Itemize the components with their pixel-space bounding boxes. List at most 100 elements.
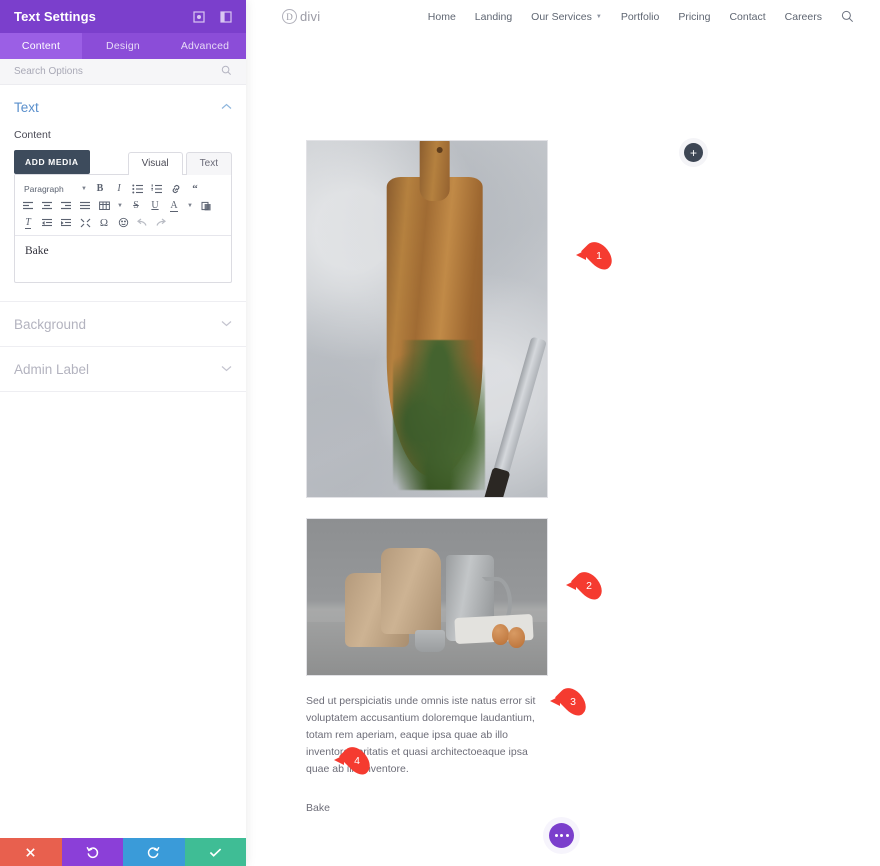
section-background: Background [0, 302, 246, 347]
section-admin-label-header[interactable]: Admin Label [14, 347, 232, 391]
editor-text-value: Bake [25, 245, 49, 257]
search-icon[interactable] [841, 10, 854, 23]
nav-label: Home [427, 10, 456, 23]
align-center-icon[interactable] [38, 197, 56, 214]
align-right-icon[interactable] [57, 197, 75, 214]
search-options-row [0, 59, 246, 85]
add-module-button[interactable]: + [684, 143, 703, 162]
outdent-icon[interactable] [38, 214, 56, 231]
nav-item-contact[interactable]: Contact [729, 11, 765, 23]
image-cutting-board[interactable] [306, 140, 548, 498]
expand-icon[interactable] [192, 10, 205, 23]
tab-advanced[interactable]: Advanced [164, 33, 246, 59]
underline-icon[interactable]: U [146, 197, 164, 214]
divi-logo[interactable]: D divi [282, 9, 320, 24]
toolbar-row-3: T Ω [19, 214, 227, 231]
nav-label: Contact [729, 10, 766, 23]
fullscreen-icon[interactable] [76, 214, 94, 231]
page-content: Sed ut perspiciatis unde omnis iste natu… [246, 33, 880, 866]
dot [560, 834, 563, 837]
divi-logo-text: divi [300, 9, 321, 24]
nav-item-landing[interactable]: Landing [475, 11, 512, 23]
indent-icon[interactable] [57, 214, 75, 231]
section-background-header[interactable]: Background [14, 302, 232, 346]
chevron-down-icon: ▼ [595, 13, 602, 20]
search-input[interactable] [14, 66, 221, 77]
nav-item-home[interactable]: Home [428, 11, 456, 23]
nav-item-our-services[interactable]: Our Services ▼ [531, 11, 602, 23]
builder-menu-button[interactable] [549, 823, 574, 848]
align-left-icon[interactable] [19, 197, 37, 214]
section-admin-label: Admin Label [0, 347, 246, 392]
clear-formatting-icon[interactable]: T [19, 214, 37, 231]
tab-design[interactable]: Design [82, 33, 164, 59]
discard-button[interactable] [0, 838, 62, 866]
panel-header-icons [192, 10, 232, 23]
undo-icon[interactable] [133, 214, 151, 231]
paste-icon[interactable] [197, 197, 215, 214]
search-icon[interactable] [221, 63, 232, 81]
add-media-button[interactable]: ADD MEDIA [14, 150, 90, 174]
nav-label: Our Services [531, 10, 592, 23]
section-text-label: Text [14, 99, 39, 115]
chevron-up-icon[interactable] [221, 102, 232, 113]
nav-menu: Home Landing Our Services ▼ Portfolio Pr… [428, 10, 854, 23]
panel-layout-icon[interactable] [219, 10, 232, 23]
editor-tab-visual[interactable]: Visual [127, 152, 183, 175]
undo-button[interactable] [61, 838, 123, 866]
nav-item-careers[interactable]: Careers [785, 11, 822, 23]
toolbar-row-2: ▼ S U A ▼ [19, 197, 227, 214]
dot [565, 834, 569, 837]
bake-text: Bake [306, 802, 330, 814]
dill-herbs [393, 339, 486, 490]
annotation-marker-4: 4 [334, 742, 376, 779]
blockquote-icon[interactable]: “ [186, 180, 204, 197]
redo-button[interactable] [123, 838, 185, 866]
panel-tabs: Content Design Advanced [0, 33, 246, 59]
bulleted-list-icon[interactable] [129, 180, 147, 197]
content-field-group: Content ADD MEDIA Visual Text Paragraph … [14, 129, 232, 301]
site-navigation: D divi Home Landing Our Services ▼ Portf… [246, 0, 880, 33]
save-button[interactable] [184, 838, 246, 866]
paragraph-format-select[interactable]: Paragraph [19, 184, 77, 194]
content-field-label: Content [14, 129, 51, 141]
chevron-down-icon[interactable]: ▼ [78, 186, 90, 192]
divi-visual-builder: Text Settings Content Design Advanced Se… [0, 0, 880, 866]
numbered-list-icon[interactable] [148, 180, 166, 197]
emoji-icon[interactable] [114, 214, 132, 231]
panel-header: Text Settings [0, 0, 246, 33]
nav-label: Pricing [678, 10, 711, 23]
wysiwyg-editor: Paragraph ▼ B I “ ▼ S U A ▼ T Ω Bake [14, 174, 232, 283]
toolbar-row-1: Paragraph ▼ B I “ [19, 180, 227, 197]
special-character-icon[interactable]: Ω [95, 214, 113, 231]
marker-number: 4 [354, 754, 360, 767]
chevron-down-icon[interactable] [221, 364, 232, 375]
tab-content[interactable]: Content [0, 33, 82, 59]
marker-number: 2 [586, 579, 592, 592]
table-chevron-down-icon[interactable]: ▼ [114, 203, 126, 209]
bold-icon[interactable]: B [91, 180, 109, 197]
strikethrough-icon[interactable]: S [127, 197, 145, 214]
editor-tab-text[interactable]: Text [185, 152, 232, 175]
image-spacer [306, 498, 548, 518]
dot [554, 834, 558, 837]
annotation-marker-1: 1 [576, 237, 618, 274]
color-chevron-down-icon[interactable]: ▼ [184, 203, 196, 209]
redo-icon[interactable] [152, 214, 170, 231]
text-module-column: Sed ut perspiciatis unde omnis iste natu… [306, 140, 548, 814]
nav-item-pricing[interactable]: Pricing [678, 11, 710, 23]
section-text-header[interactable]: Text [14, 85, 232, 129]
italic-icon[interactable]: I [110, 180, 128, 197]
nav-item-portfolio[interactable]: Portfolio [621, 11, 660, 23]
table-icon[interactable] [95, 197, 113, 214]
align-justify-icon[interactable] [76, 197, 94, 214]
nav-label: Portfolio [620, 10, 660, 23]
link-icon[interactable] [167, 180, 185, 197]
chevron-down-icon[interactable] [221, 319, 232, 330]
annotation-marker-2: 2 [566, 567, 608, 604]
text-color-icon[interactable]: A [165, 197, 183, 214]
image-flour-sacks[interactable] [306, 518, 548, 676]
panel-title: Text Settings [14, 9, 96, 24]
editor-content-area[interactable]: Bake [15, 236, 231, 282]
editor-toolbar-top: ADD MEDIA Visual Text [14, 150, 232, 175]
